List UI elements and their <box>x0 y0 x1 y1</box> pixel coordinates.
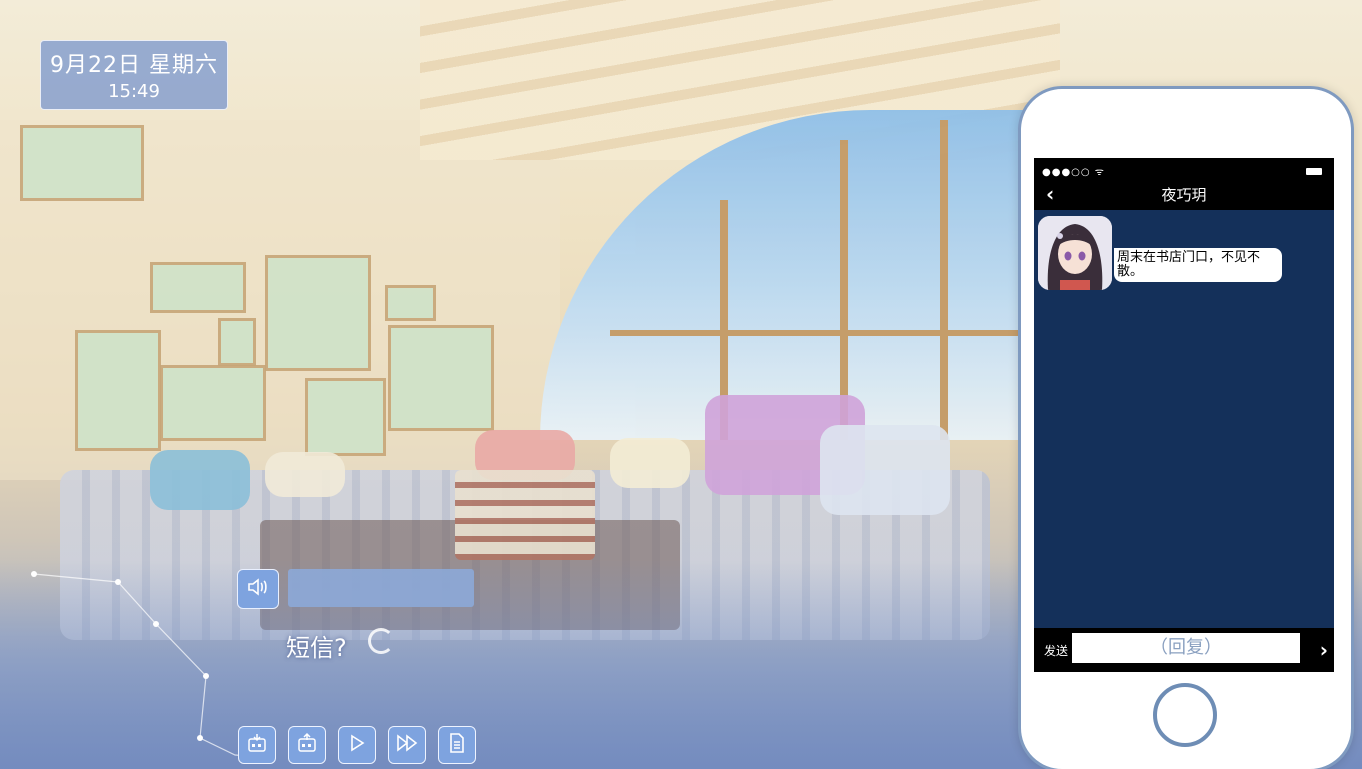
contact-name: 夜巧玥 <box>1161 186 1207 204</box>
battery-icon <box>1306 168 1322 175</box>
phone-home-button[interactable] <box>1153 683 1217 747</box>
message-bubble: 周末在书店门口，不见不散。 <box>1114 248 1282 282</box>
speaker-icon <box>246 577 270 601</box>
phone-header: ●●●○○ ᯤ 夜巧玥 ‹ <box>1034 158 1334 210</box>
date-label: 9月22日 星期六 <box>50 53 218 78</box>
dialog-text: 短信? <box>286 634 347 662</box>
background-books <box>455 470 595 560</box>
send-arrow-icon[interactable]: › <box>1320 638 1328 662</box>
log-button[interactable] <box>438 726 476 764</box>
signal-icon: ●●●○○ ᯤ <box>1042 167 1105 178</box>
constellation-decoration <box>31 571 260 758</box>
send-label[interactable]: 发送 <box>1044 642 1068 659</box>
log-icon <box>447 732 467 758</box>
avatar <box>1038 216 1112 290</box>
fast-forward-icon <box>396 733 418 757</box>
save-button[interactable] <box>238 726 276 764</box>
play-icon <box>347 733 367 757</box>
speaker-name-box <box>288 569 474 607</box>
load-icon <box>296 732 318 758</box>
back-icon[interactable]: ‹ <box>1046 184 1054 204</box>
time-label: 15:49 <box>108 81 160 102</box>
reply-input[interactable]: （回复） <box>1072 633 1300 663</box>
skip-button[interactable] <box>388 726 426 764</box>
load-button[interactable] <box>288 726 326 764</box>
game-scene: 9月22日 星期六 15:49 短信? ●●●○○ ᯤ 夜巧玥 ‹ 周末在书店门… <box>0 0 1362 769</box>
loading-spinner-icon <box>368 628 394 654</box>
phone-screen: ●●●○○ ᯤ 夜巧玥 ‹ 周末在书店门口，不见不散。 发送 （回复） › <box>1034 158 1334 672</box>
reply-bar: 发送 （回复） › <box>1034 628 1334 672</box>
save-icon <box>246 732 268 758</box>
date-time-panel: 9月22日 星期六 15:49 <box>40 40 228 110</box>
voice-replay-button[interactable] <box>237 569 279 609</box>
auto-play-button[interactable] <box>338 726 376 764</box>
